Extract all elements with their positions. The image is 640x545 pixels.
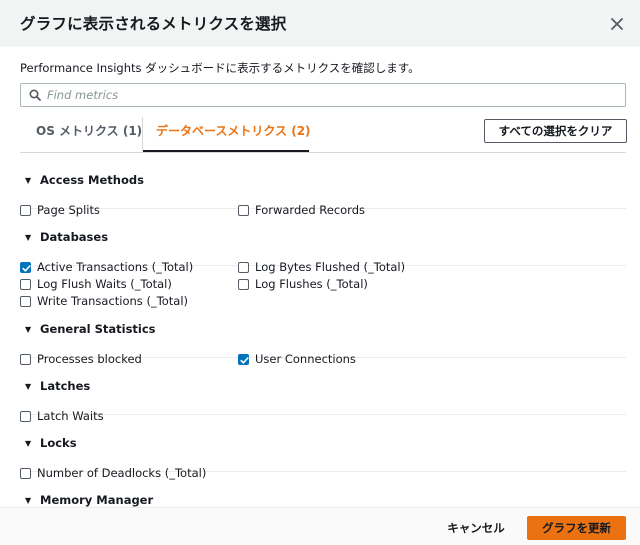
tab-divider (142, 117, 143, 151)
section-label: Latches (40, 379, 91, 393)
section-label: Memory Manager (40, 493, 154, 507)
metric-label: Forwarded Records (255, 203, 366, 217)
checkbox[interactable] (20, 468, 31, 479)
checkbox[interactable] (238, 262, 249, 273)
metric-label: Active Transactions (_Total) (37, 260, 194, 274)
search-input[interactable] (47, 84, 617, 106)
check-icon (240, 357, 249, 364)
checkbox[interactable] (20, 262, 31, 273)
metrics-list[interactable]: ▼ Access Methods Page Splits Forwarded R… (0, 160, 640, 507)
tabs-divider (20, 152, 626, 153)
dialog-header: グラフに表示されるメトリクスを選択 (0, 0, 640, 46)
update-graph-button[interactable]: グラフを更新 (527, 516, 626, 540)
metric-label: User Connections (255, 352, 356, 366)
metric-label: Log Flush Waits (_Total) (37, 277, 172, 291)
metric-label: Log Bytes Flushed (_Total) (255, 260, 406, 274)
caret-down-icon: ▼ (25, 496, 32, 505)
dialog-footer: キャンセル グラフを更新 (0, 507, 640, 545)
metric-label: Page Splits (37, 203, 100, 217)
metric-label: Latch Waits (37, 409, 104, 423)
search-icon (29, 89, 41, 101)
close-icon (611, 18, 623, 30)
metric-label: Log Flushes (_Total) (255, 277, 368, 291)
caret-down-icon: ▼ (25, 439, 32, 448)
caret-down-icon: ▼ (25, 325, 32, 334)
close-button[interactable] (606, 13, 628, 35)
metric-label: Processes blocked (37, 352, 142, 366)
search-field[interactable] (20, 83, 626, 107)
checkbox[interactable] (20, 279, 31, 290)
checkbox[interactable] (238, 354, 249, 365)
check-icon (22, 265, 31, 272)
tab-os-metrics[interactable]: OS メトリクス (1) (36, 122, 142, 139)
tab-database-metrics[interactable]: データベースメトリクス (2) (156, 122, 311, 139)
section-label: Databases (40, 230, 109, 244)
checkbox[interactable] (238, 205, 249, 216)
section-header-latches[interactable]: ▼ Latches (20, 379, 626, 415)
metric-label: Number of Deadlocks (_Total) (37, 466, 207, 480)
checkbox[interactable] (20, 354, 31, 365)
caret-down-icon: ▼ (25, 233, 32, 242)
section-label: Access Methods (40, 173, 144, 187)
section-header-memory-manager[interactable]: ▼ Memory Manager (20, 493, 626, 507)
checkbox[interactable] (20, 296, 31, 307)
metric-label: Write Transactions (_Total) (37, 294, 189, 308)
section-label: Locks (40, 436, 77, 450)
dialog-title: グラフに表示されるメトリクスを選択 (20, 15, 287, 33)
clear-all-selections-button[interactable]: すべての選択をクリア (484, 119, 627, 143)
checkbox[interactable] (20, 411, 31, 422)
cancel-button[interactable]: キャンセル (436, 516, 516, 540)
caret-down-icon: ▼ (25, 176, 32, 185)
dialog-description: Performance Insights ダッシュボードに表示するメトリクスを確… (20, 61, 420, 75)
section-label: General Statistics (40, 322, 156, 336)
checkbox[interactable] (20, 205, 31, 216)
checkbox[interactable] (238, 279, 249, 290)
caret-down-icon: ▼ (25, 382, 32, 391)
